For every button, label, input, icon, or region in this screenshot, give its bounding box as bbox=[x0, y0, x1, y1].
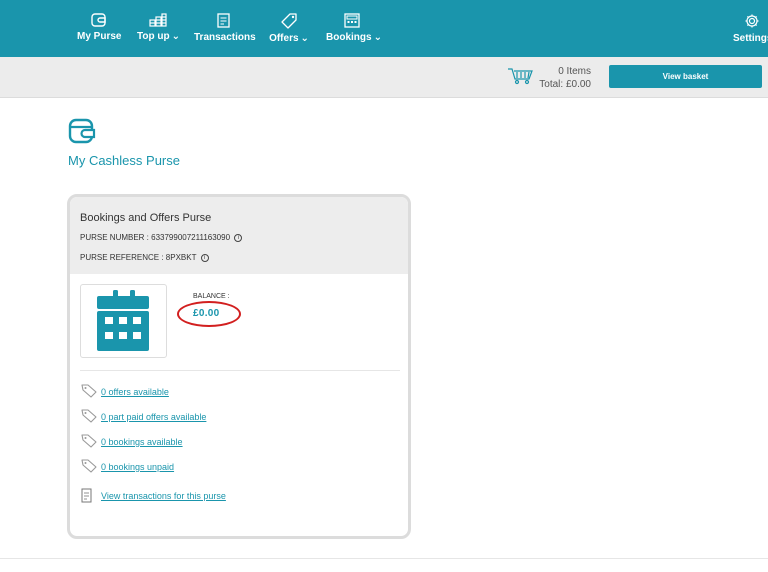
part-paid-offers-link[interactable]: 0 part paid offers available bbox=[101, 412, 206, 422]
nav-label: Bookings bbox=[326, 32, 372, 43]
nav-label: Offers bbox=[269, 33, 299, 44]
top-navigation: My Purse Top up ⌄ Transactions Offers ⌄ Bo… bbox=[0, 0, 768, 57]
receipt-icon bbox=[81, 488, 92, 503]
purse-card-header: Bookings and Offers Purse PURSE NUMBER :… bbox=[70, 197, 408, 274]
bookings-unpaid-link[interactable]: 0 bookings unpaid bbox=[101, 462, 174, 472]
tag-icon bbox=[81, 459, 97, 473]
page-title: My Cashless Purse bbox=[68, 153, 180, 168]
balance-label: BALANCE : bbox=[193, 293, 230, 300]
footer-divider bbox=[0, 558, 768, 559]
calendar-icon bbox=[97, 290, 149, 351]
info-icon[interactable]: i bbox=[200, 253, 209, 262]
basket-total: Total: £0.00 bbox=[539, 79, 591, 90]
gear-icon bbox=[745, 14, 759, 28]
tag-icon bbox=[281, 13, 297, 29]
tag-icon bbox=[81, 434, 97, 448]
purse-card: Bookings and Offers Purse PURSE NUMBER :… bbox=[67, 194, 411, 539]
view-transactions-link[interactable]: View transactions for this purse bbox=[101, 491, 226, 501]
receipt-icon bbox=[216, 13, 230, 28]
nav-label: Transactions bbox=[194, 32, 256, 43]
purse-reference: PURSE REFERENCE : 8PXBKT i bbox=[80, 253, 209, 262]
nav-my-purse[interactable]: My Purse bbox=[77, 13, 121, 53]
purse-image-box bbox=[80, 284, 167, 358]
tag-icon bbox=[81, 384, 97, 398]
info-icon[interactable]: i bbox=[234, 233, 243, 242]
basket-bar: 0 Items Total: £0.00 View basket bbox=[0, 57, 768, 98]
nav-label: My Purse bbox=[77, 31, 122, 42]
annotation-circle bbox=[177, 301, 241, 327]
purse-number: PURSE NUMBER : 633799007211163090 i bbox=[80, 233, 243, 242]
nav-offers[interactable]: Offers ⌄ bbox=[269, 13, 309, 53]
nav-transactions[interactable]: Transactions bbox=[194, 13, 256, 53]
chevron-down-icon: ⌄ bbox=[300, 33, 309, 44]
chevron-down-icon: ⌄ bbox=[171, 31, 180, 42]
wallet-icon bbox=[68, 118, 96, 144]
divider bbox=[80, 370, 400, 371]
wallet-icon bbox=[91, 13, 106, 27]
nav-top-up[interactable]: Top up ⌄ bbox=[137, 13, 180, 53]
chevron-down-icon: ⌄ bbox=[373, 32, 382, 43]
nav-label: Settings bbox=[733, 33, 768, 44]
offers-available-link[interactable]: 0 offers available bbox=[101, 387, 169, 397]
calendar-icon bbox=[344, 13, 360, 28]
nav-label: Top up bbox=[137, 31, 170, 42]
basket-item-count: 0 Items bbox=[558, 66, 591, 77]
purse-number-text: PURSE NUMBER : 633799007211163090 bbox=[80, 233, 231, 242]
tag-icon bbox=[81, 409, 97, 423]
purse-card-title: Bookings and Offers Purse bbox=[80, 212, 212, 224]
view-basket-button[interactable]: View basket bbox=[609, 65, 762, 88]
nav-settings[interactable]: Settings bbox=[733, 13, 768, 53]
coin-stack-icon bbox=[149, 13, 167, 27]
nav-bookings[interactable]: Bookings ⌄ bbox=[326, 13, 382, 53]
bookings-available-link[interactable]: 0 bookings available bbox=[101, 437, 183, 447]
purse-reference-text: PURSE REFERENCE : 8PXBKT bbox=[80, 253, 197, 262]
